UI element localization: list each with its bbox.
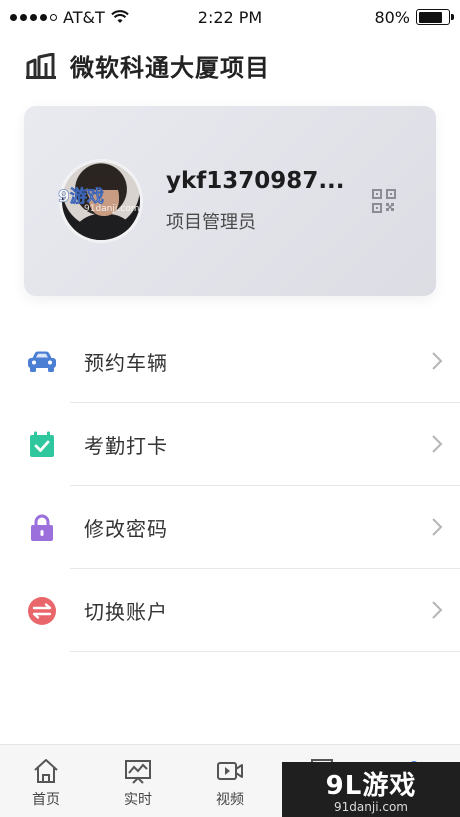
page-title: 微软科通大厦项目 [70, 54, 270, 82]
menu-item-label: 修改密码 [84, 517, 168, 541]
avatar-body-shape [70, 214, 138, 240]
avatar-hair-shape [86, 174, 122, 190]
carrier-label: AT&T [63, 7, 105, 27]
menu-item-label: 考勤打卡 [84, 434, 168, 458]
switch-icon [26, 596, 58, 626]
calendar-check-icon [26, 430, 58, 460]
chevron-right-icon [432, 435, 443, 453]
menu-item-reserve-vehicle[interactable]: 预约车辆 [0, 320, 460, 403]
menu-item-switch-account[interactable]: 切换账户 [0, 569, 460, 652]
lock-icon [26, 513, 58, 543]
watermark-url: 91danji.com [334, 800, 408, 814]
tab-label: 视频 [216, 792, 244, 808]
video-icon [217, 762, 243, 780]
wifi-icon [110, 10, 129, 23]
status-left: AT&T [10, 8, 129, 27]
chevron-right-icon [432, 352, 443, 370]
qr-code-icon[interactable] [372, 189, 396, 213]
tab-label: 首页 [32, 792, 60, 808]
tab-realtime[interactable]: 实时 [92, 745, 184, 817]
tab-video[interactable]: 视频 [184, 745, 276, 817]
site-watermark: 9L游戏 91danji.com [282, 762, 460, 817]
username: ykf1370987... [166, 168, 345, 194]
tab-home[interactable]: 首页 [0, 745, 92, 817]
building-icon [26, 52, 56, 79]
menu-item-attendance[interactable]: 考勤打卡 [0, 403, 460, 486]
battery-percent: 80% [374, 7, 410, 27]
chevron-right-icon [432, 601, 443, 619]
status-right: 80% [374, 7, 454, 27]
divider [70, 651, 460, 652]
battery-fill [418, 11, 442, 23]
home-icon [34, 759, 58, 783]
status-bar: AT&T 2:22 PM 80% [0, 0, 460, 34]
avatar[interactable] [59, 159, 143, 243]
chevron-right-icon [432, 518, 443, 536]
tab-label: 实时 [124, 792, 152, 808]
page-header: 微软科通大厦项目 [26, 48, 270, 83]
settings-menu: 预约车辆 考勤打卡 修改密码 切换账户 [0, 320, 460, 652]
user-role: 项目管理员 [166, 212, 256, 233]
watermark-brand: 9L游戏 [325, 771, 417, 801]
menu-item-label: 切换账户 [84, 600, 168, 624]
signal-strength-icon [10, 13, 57, 21]
menu-item-change-password[interactable]: 修改密码 [0, 486, 460, 569]
profile-card[interactable]: ykf1370987... 项目管理员 [24, 106, 436, 296]
car-icon [26, 347, 58, 377]
realtime-chart-icon [125, 760, 151, 784]
menu-item-label: 预约车辆 [84, 351, 168, 375]
battery-icon [416, 9, 454, 25]
